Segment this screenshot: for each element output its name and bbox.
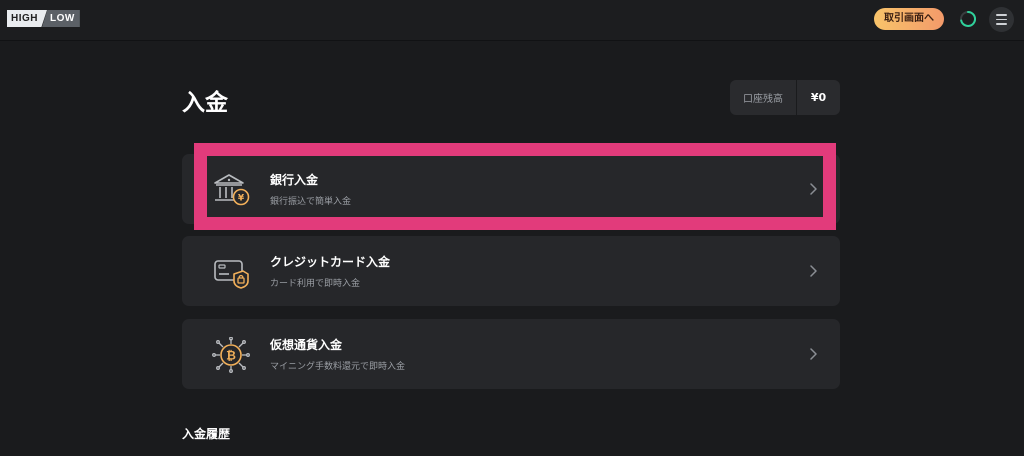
highlow-logo[interactable]: HIGH LOW — [7, 10, 80, 27]
credit-card-lock-icon — [214, 260, 249, 289]
logo-low-text: LOW — [42, 10, 80, 27]
hamburger-menu-button[interactable] — [989, 7, 1014, 32]
deposit-method-title: 銀行入金 — [270, 173, 319, 187]
balance-label: 口座残高 — [743, 94, 783, 105]
svg-text:¥: ¥ — [238, 194, 245, 204]
deposit-method-bank[interactable]: ¥ 銀行入金 銀行振込で簡単入金 — [182, 154, 840, 224]
svg-text:₿: ₿ — [226, 349, 236, 363]
deposit-method-subtitle: マイニング手数料還元で即時入金 — [270, 362, 406, 372]
chevron-right-icon — [810, 183, 817, 195]
page-title: 入金 — [182, 90, 228, 116]
go-to-trade-button[interactable]: 取引画面へ — [874, 8, 944, 30]
deposit-method-title: クレジットカード入金 — [270, 255, 391, 269]
deposit-method-subtitle: カード利用で即時入金 — [270, 279, 361, 289]
chevron-right-icon — [810, 348, 817, 360]
bitcoin-network-icon: ₿ — [212, 337, 250, 373]
loading-spinner-icon — [960, 10, 977, 27]
deposit-method-crypto[interactable]: ₿ 仮想通貨入金 マイニング手数料還元で即時入金 — [182, 319, 840, 389]
balance-value: ¥0 — [810, 91, 827, 104]
chevron-right-icon — [810, 265, 817, 277]
menu-line-icon — [996, 14, 1007, 16]
menu-line-icon — [996, 23, 1007, 25]
deposit-method-title: 仮想通貨入金 — [270, 338, 343, 352]
deposit-method-credit-card[interactable]: クレジットカード入金 カード利用で即時入金 — [182, 236, 840, 306]
account-balance-box: 口座残高 ¥0 — [730, 80, 840, 115]
top-bar: HIGH LOW 取引画面へ — [0, 0, 1024, 41]
bank-yen-icon: ¥ — [214, 174, 250, 206]
logo-high-text: HIGH — [7, 10, 47, 27]
menu-line-icon — [996, 18, 1007, 21]
deposit-history-heading: 入金履歴 — [182, 427, 231, 441]
deposit-method-subtitle: 銀行振込で簡単入金 — [270, 197, 352, 207]
